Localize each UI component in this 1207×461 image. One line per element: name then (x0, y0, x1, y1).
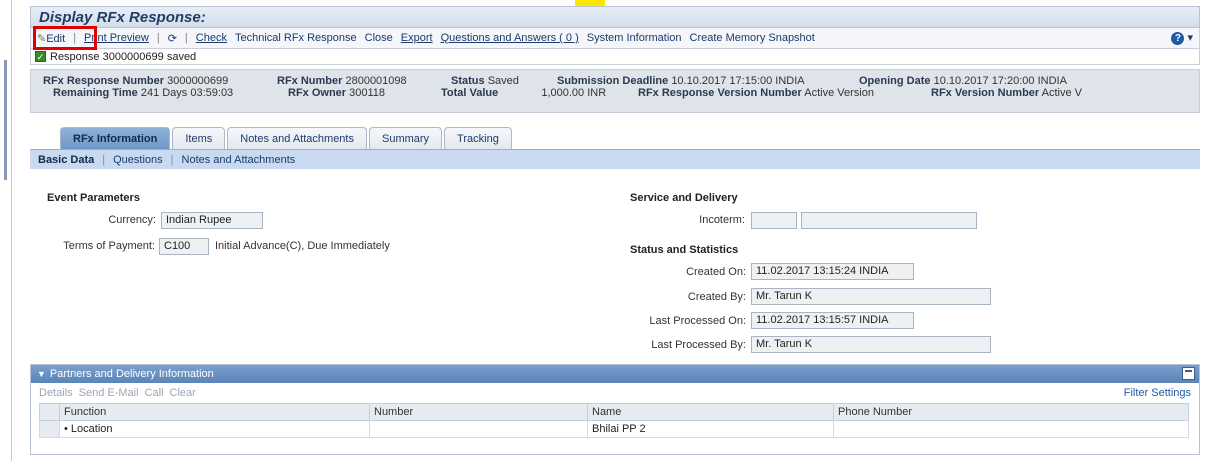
toolbar: ✎Edit | Print Preview | ⟳ | Check Techni… (30, 26, 1200, 50)
cell-function: • Location (59, 420, 370, 438)
subtab-notes-attachments[interactable]: Notes and Attachments (182, 154, 296, 166)
cell-name: Bhilai PP 2 (587, 420, 834, 438)
service-delivery-title: Service and Delivery (630, 192, 738, 204)
tab-items[interactable]: Items (172, 127, 226, 149)
last-processed-by-label: Last Processed By: (651, 339, 746, 351)
col-number[interactable]: Number (369, 403, 588, 421)
help-menu[interactable]: ? ▾ (1171, 31, 1193, 45)
created-by-label: Created By: (687, 291, 746, 303)
left-scrollbar[interactable] (0, 0, 12, 461)
memory-snapshot-button[interactable]: Create Memory Snapshot (690, 32, 815, 44)
status-statistics-title: Status and Statistics (630, 244, 739, 256)
close-button[interactable]: Close (365, 32, 393, 44)
rfx-owner: RFx Owner 300118 (288, 87, 386, 99)
collapse-triangle-icon[interactable]: ▼ (37, 369, 46, 379)
header-info: RFx Response Number 3000000699 Remaining… (30, 69, 1200, 113)
row-selector[interactable] (39, 420, 60, 438)
table-header-row: Function Number Name Phone Number (39, 403, 1189, 421)
cell-number (369, 420, 588, 438)
col-name[interactable]: Name (587, 403, 834, 421)
subtab-basic-data[interactable]: Basic Data (38, 154, 94, 166)
rfx-version: RFx Version Number Active V (931, 87, 1083, 99)
row-selector-header[interactable] (39, 403, 60, 421)
tab-tracking[interactable]: Tracking (444, 127, 512, 149)
table-row[interactable]: • Location Bhilai PP 2 (39, 420, 1189, 438)
created-on-field: 11.02.2017 13:15:24 INDIA (751, 263, 914, 280)
created-on-label: Created On: (686, 266, 746, 278)
tab-rfx-information[interactable]: RFx Information (60, 127, 171, 149)
remaining-time: Remaining Time 241 Days 03:59:03 (53, 87, 234, 99)
success-check-icon: ✓ (35, 51, 46, 62)
currency-label: Currency: (108, 214, 156, 226)
event-parameters-title: Event Parameters (47, 192, 140, 204)
refresh-icon[interactable]: ⟳ (168, 32, 177, 45)
export-button[interactable]: Export (401, 32, 433, 44)
questions-answers-button[interactable]: Questions and Answers ( 0 ) (441, 32, 579, 44)
title-bar: Display RFx Response: (30, 6, 1200, 28)
incoterm-label: Incoterm: (699, 214, 745, 226)
tab-summary[interactable]: Summary (368, 127, 443, 149)
partners-toolbar: Details Send E-Mail Call Clear Filter Se… (31, 383, 1199, 403)
incoterm-code-field[interactable] (751, 212, 797, 229)
col-phone[interactable]: Phone Number (833, 403, 1189, 421)
scroll-thumb[interactable] (4, 60, 7, 180)
partners-table: Function Number Name Phone Number • Loca… (39, 403, 1189, 438)
message-bar: ✓ Response 3000000699 saved (30, 48, 1200, 65)
subtab-strip: Basic Data | Questions | Notes and Attac… (30, 149, 1200, 169)
partners-title: Partners and Delivery Information (49, 368, 214, 380)
partners-panel-header[interactable]: ▼ Partners and Delivery Information (31, 365, 1199, 383)
last-processed-on-field: 11.02.2017 13:15:57 INDIA (751, 312, 914, 329)
rfx-number: RFx Number 2800001098 (277, 75, 407, 87)
help-icon: ? (1171, 32, 1185, 45)
separator: | (170, 153, 174, 166)
currency-field[interactable]: Indian Rupee (161, 212, 263, 229)
response-number: RFx Response Number 3000000699 (43, 75, 229, 87)
response-version: RFx Response Version Number Active Versi… (638, 87, 874, 99)
page-title: Display RFx Response: (39, 9, 206, 26)
separator: | (102, 153, 106, 166)
system-information-button[interactable]: System Information (587, 32, 682, 44)
check-button[interactable]: Check (196, 32, 227, 44)
incoterm-location-field[interactable] (801, 212, 977, 229)
details-button[interactable]: Details (39, 387, 73, 399)
status: Status Saved (451, 75, 519, 87)
total-value: Total Value 1,000.00 INR (441, 87, 607, 99)
subtab-questions[interactable]: Questions (113, 154, 163, 166)
technical-response-button[interactable]: Technical RFx Response (235, 32, 357, 44)
separator: | (156, 32, 160, 44)
cell-phone (833, 420, 1189, 438)
separator: | (184, 32, 188, 44)
tab-strip: RFx Information Items Notes and Attachme… (30, 125, 514, 149)
terms-text: Initial Advance(C), Due Immediately (215, 240, 390, 252)
maximize-icon[interactable] (1182, 367, 1195, 380)
opening-date: Opening Date 10.10.2017 17:20:00 INDIA (859, 75, 1067, 87)
last-processed-on-label: Last Processed On: (649, 315, 746, 327)
filter-settings-link[interactable]: Filter Settings (1124, 387, 1191, 399)
last-processed-by-field: Mr. Tarun K (751, 336, 991, 353)
col-function[interactable]: Function (59, 403, 370, 421)
edit-highlight-box (33, 26, 97, 50)
terms-label: Terms of Payment: (63, 240, 155, 252)
clear-button[interactable]: Clear (170, 387, 196, 399)
created-by-field: Mr. Tarun K (751, 288, 991, 305)
terms-code-field[interactable]: C100 (159, 238, 209, 255)
partners-panel: ▼ Partners and Delivery Information Deta… (30, 364, 1200, 455)
call-button[interactable]: Call (145, 387, 164, 399)
submission-deadline: Submission Deadline 10.10.2017 17:15:00 … (557, 75, 805, 87)
message-text: Response 3000000699 saved (50, 50, 197, 63)
tab-notes-attachments[interactable]: Notes and Attachments (227, 127, 367, 149)
send-email-button[interactable]: Send E-Mail (79, 387, 139, 399)
